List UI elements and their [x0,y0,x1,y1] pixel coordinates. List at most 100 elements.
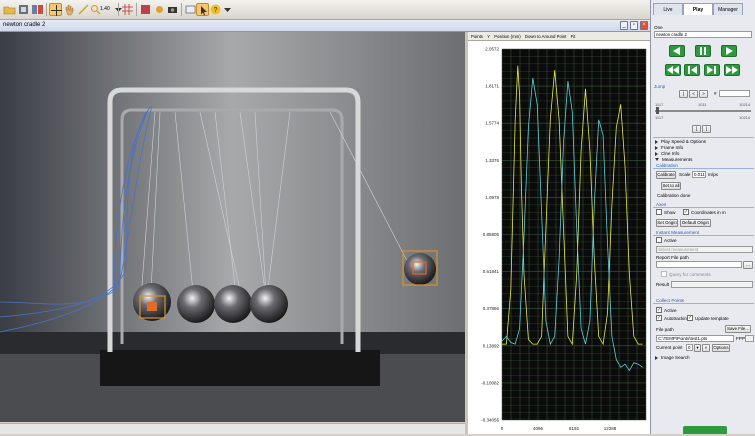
play-forward-button[interactable] [721,45,737,57]
y-tick-label: 0.37866 [483,306,500,311]
scale-input[interactable]: 0.011 [692,171,706,178]
set-origin-button[interactable]: Set Origin [656,219,678,227]
instant-active-label: Active [664,238,677,243]
points-dropdown[interactable]: Points [471,34,483,39]
svg-text:?: ? [214,7,218,14]
tab-manager[interactable]: Manager [713,3,743,15]
main-toolbar: 1.40 ? [0,0,650,20]
expand-arrow-icon [655,355,658,360]
restore-icon[interactable]: ▫ [630,21,638,30]
step-forward-button[interactable] [704,64,720,76]
collect-active-checkbox[interactable]: ✓ [656,307,662,313]
pause-button[interactable] [695,45,711,57]
video-horizontal-scrollbar[interactable] [0,423,465,434]
video-window-title: newton cradle 2 [3,22,46,28]
tab-play[interactable]: Play [683,3,713,15]
axis-dropdown[interactable]: Y [487,34,490,39]
range-right-button[interactable]: ] [702,125,711,133]
autotracking-label: Autotracking [664,316,690,321]
default-origin-button[interactable]: Default Origin [680,219,711,227]
coordinates-label: Coordinates in m [691,210,726,215]
show-axes-checkbox[interactable] [656,209,662,215]
frame-total-label: 10214 [739,115,751,120]
frame-slider-track[interactable] [655,110,751,112]
query-comments-checkbox[interactable] [661,271,667,277]
grid-icon[interactable] [121,3,134,16]
fast-forward-button[interactable] [724,64,740,76]
split-view-icon[interactable] [31,3,44,16]
tab-live[interactable]: Live [653,3,683,15]
clip-select[interactable]: newton cradle 2 [654,31,752,38]
play-backward-button[interactable] [669,45,685,57]
tree-play-speed[interactable]: Play Speed & Options [655,139,706,144]
quantity-dropdown[interactable]: Position (mm) [494,34,521,39]
report-file-label: Report File path [656,255,689,260]
film-strip-icon[interactable] [17,3,30,16]
y-tick-label: 0.13892 [483,343,500,348]
settings-icon[interactable] [153,3,166,16]
fpp-label: FPP [736,336,745,341]
report-browse-button[interactable]: ... [743,261,753,269]
update-template-checkbox[interactable]: ✓ [687,315,693,321]
jump-label: Jump [654,84,666,89]
expand-arrow-icon [655,139,658,144]
scale-label: Scale [679,172,691,177]
tree-image-search[interactable]: Image Search [655,355,690,360]
options-button[interactable]: Options [712,344,730,352]
tree-frame-info[interactable]: Frame Info [655,145,683,150]
calibrate-button[interactable]: Calibrate [656,171,676,179]
frame-slider-thumb[interactable] [656,107,659,114]
jump-start-button[interactable]: | [679,90,688,98]
hand-tool-icon[interactable] [63,3,76,16]
fast-backward-button[interactable] [665,64,681,76]
expand-arrow-icon [655,145,658,150]
set-to-all-button[interactable]: Set to all [661,182,681,190]
coordinates-checkbox[interactable]: ✓ [683,209,689,215]
x-tick-label: 12288 [604,426,617,431]
fit-button[interactable]: Fit [571,34,576,39]
y-tick-label: -0.10082 [481,380,499,385]
tree-clne-info[interactable]: Clne Info [655,151,679,156]
mode-dropdown[interactable]: Down to Around Point [525,34,567,39]
range-left-button[interactable]: [ [692,125,701,133]
file-path-input[interactable]: C:\TEMP\Points\test1.pts [656,335,734,342]
instant-active-checkbox[interactable] [656,237,662,243]
tree-measurements[interactable]: Measurements [655,157,692,162]
result-field [671,281,753,288]
y-tick-label: -0.34056 [481,418,499,423]
current-point-input[interactable]: 0 [686,344,693,351]
zoom-value[interactable]: 1.40 [100,6,110,12]
current-point-dropdown[interactable]: ▾ [694,344,701,352]
y-tick-label: 1.0978 [485,195,499,200]
bookmark-icon[interactable] [139,3,152,16]
measurement-select[interactable]: Select measurement [656,246,753,253]
jump-hash-label: # [714,91,717,96]
open-folder-icon[interactable] [3,3,16,16]
step-backward-button[interactable] [684,64,700,76]
close-icon[interactable]: × [640,21,648,30]
status-green-button[interactable] [683,426,727,434]
crosshair-tool-icon[interactable] [49,3,62,16]
autotracking-checkbox[interactable]: ✓ [656,315,662,321]
show-label: Show [664,210,676,215]
pointer-tool-icon[interactable] [196,3,209,16]
frame-current-label: 1117 [655,115,664,120]
y-tick-label: 0.61841 [483,269,500,274]
control-panel: Live Play Manager One newton cradle 2 Ju… [650,0,755,434]
save-file-button[interactable]: Save File... [725,325,751,333]
report-file-input[interactable] [656,261,742,268]
minimize-icon[interactable]: _ [620,21,628,30]
clear-point-button[interactable]: × [702,344,710,352]
result-label: Result [656,282,670,287]
x-tick-label: 8192 [569,426,580,431]
help-dropdown-icon[interactable] [221,3,234,16]
fpp-input[interactable] [745,335,754,342]
video-frame[interactable] [0,32,465,422]
jump-back-button[interactable]: < [689,90,698,98]
expand-arrow-icon [655,151,658,156]
jump-frame-input[interactable] [719,90,750,97]
camera-icon[interactable] [166,3,179,16]
position-chart[interactable]: 2.0572 1.8171 1.5774 1.3376 1.0978 0.85805 0.6… [468,41,650,434]
jump-next-button[interactable]: > [699,90,708,98]
query-comments-label: Query for comments [669,272,711,277]
